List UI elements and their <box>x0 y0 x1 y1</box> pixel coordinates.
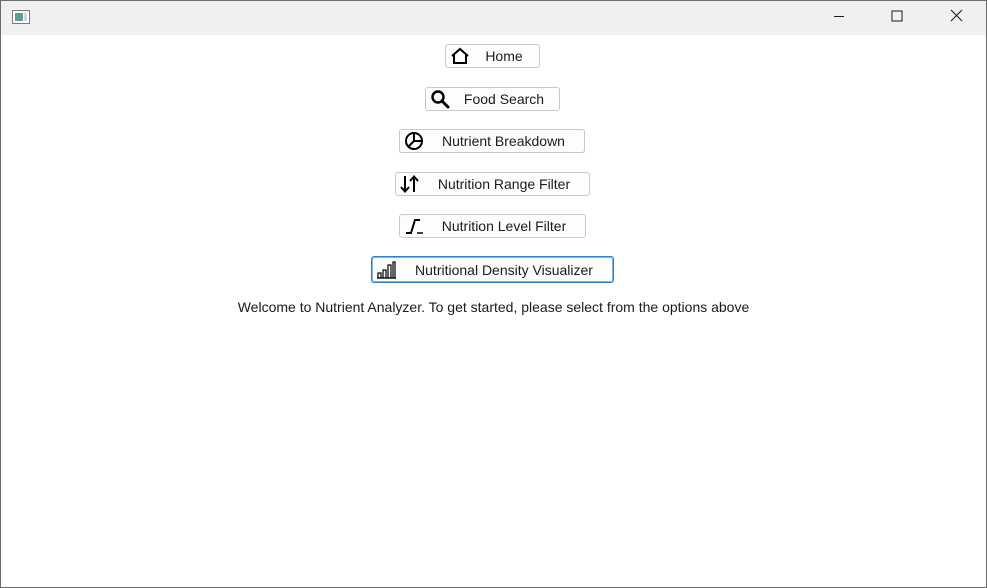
main-content: Home Food Search Nutrient Breakdown Nutr… <box>1 35 986 587</box>
close-icon <box>950 9 963 27</box>
minimize-button[interactable] <box>810 1 868 35</box>
minimize-icon <box>833 9 845 27</box>
nutritional-density-visualizer-button[interactable]: Nutritional Density Visualizer <box>371 256 614 283</box>
maximize-button[interactable] <box>868 1 926 35</box>
welcome-message: Welcome to Nutrient Analyzer. To get sta… <box>237 299 750 315</box>
home-button-label: Home <box>485 48 523 64</box>
home-button[interactable]: Home <box>445 44 540 68</box>
bar-chart-icon <box>375 259 397 281</box>
app-window: Home Food Search Nutrient Breakdown Nutr… <box>0 0 987 588</box>
maximize-icon <box>891 9 903 27</box>
food-search-button[interactable]: Food Search <box>425 87 560 111</box>
home-icon <box>449 45 471 67</box>
sort-arrows-icon <box>399 173 421 195</box>
food-search-button-label: Food Search <box>463 91 545 107</box>
nutrient-breakdown-button[interactable]: Nutrient Breakdown <box>399 129 585 153</box>
search-icon <box>429 88 451 110</box>
title-bar[interactable] <box>1 1 986 35</box>
nutritional-density-visualizer-button-label: Nutritional Density Visualizer <box>415 261 593 278</box>
step-function-icon <box>403 215 425 237</box>
pie-chart-icon <box>403 130 425 152</box>
nutrition-range-filter-button[interactable]: Nutrition Range Filter <box>395 172 590 196</box>
nutrition-range-filter-button-label: Nutrition Range Filter <box>437 176 571 192</box>
nutrition-level-filter-button-label: Nutrition Level Filter <box>441 218 567 234</box>
nutrition-level-filter-button[interactable]: Nutrition Level Filter <box>399 214 586 238</box>
close-button[interactable] <box>927 1 985 35</box>
nutrient-breakdown-button-label: Nutrient Breakdown <box>442 133 565 149</box>
app-window-icon <box>12 10 30 24</box>
